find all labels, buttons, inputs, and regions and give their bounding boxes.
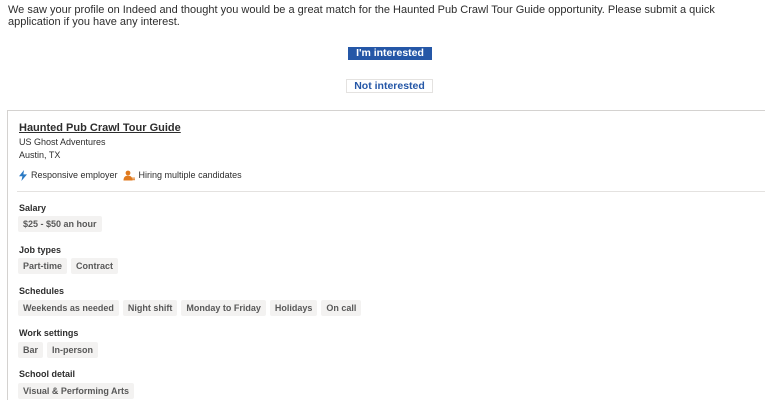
hiring-multiple-label: Hiring multiple candidates	[138, 170, 242, 180]
salary-label: Salary	[19, 203, 47, 213]
lightning-icon	[19, 169, 27, 181]
schedule-tag: Monday to Friday	[181, 300, 266, 316]
schedule-tag: On call	[321, 300, 362, 316]
section-divider	[17, 191, 765, 192]
schedule-tag: Weekends as needed	[18, 300, 119, 316]
intro-message: We saw your profile on Indeed and though…	[8, 4, 715, 28]
job-types-label: Job types	[19, 245, 62, 255]
responsive-employer-label: Responsive employer	[31, 170, 118, 180]
school-detail-tags: Visual & Performing Arts	[18, 383, 135, 399]
work-setting-tag: Bar	[18, 342, 44, 358]
school-detail-label: School detail	[19, 369, 76, 379]
job-card: Haunted Pub Crawl Tour Guide US Ghost Ad…	[7, 110, 765, 400]
work-settings-label: Work settings	[19, 328, 79, 338]
job-types-tags: Part-time Contract	[18, 258, 119, 274]
job-highlights: Responsive employer Hiring multiple cand…	[19, 169, 242, 181]
schedules-label: Schedules	[19, 286, 65, 296]
interested-button[interactable]: I'm interested	[348, 47, 432, 60]
job-type-tag: Part-time	[18, 258, 68, 274]
people-icon	[123, 170, 135, 181]
school-detail-tag: Visual & Performing Arts	[18, 383, 135, 399]
schedule-tag: Night shift	[122, 300, 178, 316]
job-title-link[interactable]: Haunted Pub Crawl Tour Guide	[19, 122, 181, 134]
job-location: Austin, TX	[19, 150, 61, 160]
schedule-tag: Holidays	[269, 300, 318, 316]
not-interested-button[interactable]: Not interested	[346, 79, 433, 93]
salary-tags: $25 - $50 an hour	[18, 216, 102, 232]
job-type-tag: Contract	[71, 258, 119, 274]
company-name: US Ghost Adventures	[19, 137, 106, 147]
work-settings-tags: Bar In-person	[18, 342, 99, 358]
salary-tag: $25 - $50 an hour	[18, 216, 102, 232]
schedules-tags: Weekends as needed Night shift Monday to…	[18, 300, 362, 316]
work-setting-tag: In-person	[47, 342, 99, 358]
